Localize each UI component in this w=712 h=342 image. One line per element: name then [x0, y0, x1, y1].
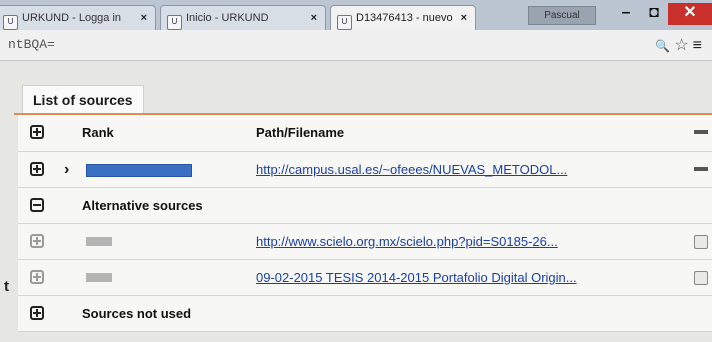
address-bar[interactable]: ntBQA= 🔍☆≡	[0, 30, 712, 61]
tab-favicon-icon: U	[337, 15, 352, 30]
tab-document-active[interactable]: U D13476413 - nuevo ×	[330, 5, 476, 30]
tab-close-icon[interactable]: ×	[461, 6, 467, 30]
group-label: Sources not used	[82, 306, 192, 321]
tab-label: Inicio - URKUND	[186, 12, 269, 24]
table-row[interactable]: 09-02-2015 TESIS 2014-2015 Portafolio Di…	[18, 260, 712, 296]
panel-title: List of sources	[22, 85, 144, 114]
tab-favicon-icon: U	[3, 15, 18, 30]
table-row[interactable]: http://www.scielo.org.mx/scielo.php?pid=…	[18, 224, 712, 260]
tab-label: D13476413 - nuevo	[356, 12, 453, 24]
window-close-button[interactable]: ✕	[668, 3, 712, 25]
menu-icon[interactable]: ≡	[693, 37, 706, 54]
rank-indicator	[86, 237, 112, 246]
expand-all-icon[interactable]	[30, 125, 44, 139]
address-bar-icons: 🔍☆≡	[655, 35, 706, 55]
rank-indicator	[86, 164, 192, 177]
browser-tab-bar: U URKUND - Logga in × U Inicio - URKUND × …	[0, 0, 712, 30]
row-checkbox[interactable]	[694, 271, 708, 285]
page-content: List of sources Rank Path/Filename › htt…	[0, 61, 712, 342]
group-label: Alternative sources	[82, 198, 203, 213]
table-row[interactable]: › http://campus.usal.es/~ofeees/NUEVAS_M…	[18, 152, 712, 188]
table-header-row: Rank Path/Filename	[18, 115, 712, 152]
row-checkbox[interactable]	[694, 235, 708, 249]
tab-label: URKUND - Logga in	[22, 12, 122, 24]
row-toggle-icon[interactable]	[694, 167, 708, 171]
header-toggle-icon[interactable]	[694, 130, 708, 134]
side-letter: t	[4, 278, 9, 295]
chevron-right-icon[interactable]: ›	[64, 152, 69, 187]
maximize-button[interactable]: ◘	[640, 3, 668, 25]
tab-close-icon[interactable]: ×	[311, 6, 317, 30]
path-column-header[interactable]: Path/Filename	[256, 115, 344, 150]
expand-row-icon[interactable]	[30, 270, 44, 284]
expand-row-icon[interactable]	[30, 162, 44, 176]
sources-table: Rank Path/Filename › http://campus.usal.…	[18, 115, 712, 332]
url-text[interactable]: ntBQA=	[8, 37, 55, 52]
tab-urkund-login[interactable]: U URKUND - Logga in ×	[0, 5, 156, 30]
tab-urkund-inicio[interactable]: U Inicio - URKUND ×	[160, 5, 326, 30]
zoom-icon[interactable]: 🔍	[655, 39, 674, 53]
tab-favicon-icon: U	[167, 15, 182, 30]
group-sources-not-used[interactable]: Sources not used	[18, 296, 712, 332]
source-link[interactable]: http://www.scielo.org.mx/scielo.php?pid=…	[256, 224, 558, 259]
rank-indicator	[86, 273, 112, 282]
group-alternative-sources[interactable]: Alternative sources	[18, 188, 712, 224]
tab-close-icon[interactable]: ×	[141, 6, 147, 30]
expand-row-icon[interactable]	[30, 234, 44, 248]
rank-column-header[interactable]: Rank	[82, 115, 114, 150]
collapse-group-icon[interactable]	[30, 198, 44, 212]
profile-button[interactable]: Pascual	[528, 6, 596, 25]
minimize-button[interactable]: –	[612, 3, 640, 25]
source-link[interactable]: http://campus.usal.es/~ofeees/NUEVAS_MET…	[256, 152, 567, 187]
expand-group-icon[interactable]	[30, 306, 44, 320]
star-icon[interactable]: ☆	[674, 37, 692, 54]
source-link[interactable]: 09-02-2015 TESIS 2014-2015 Portafolio Di…	[256, 260, 577, 295]
